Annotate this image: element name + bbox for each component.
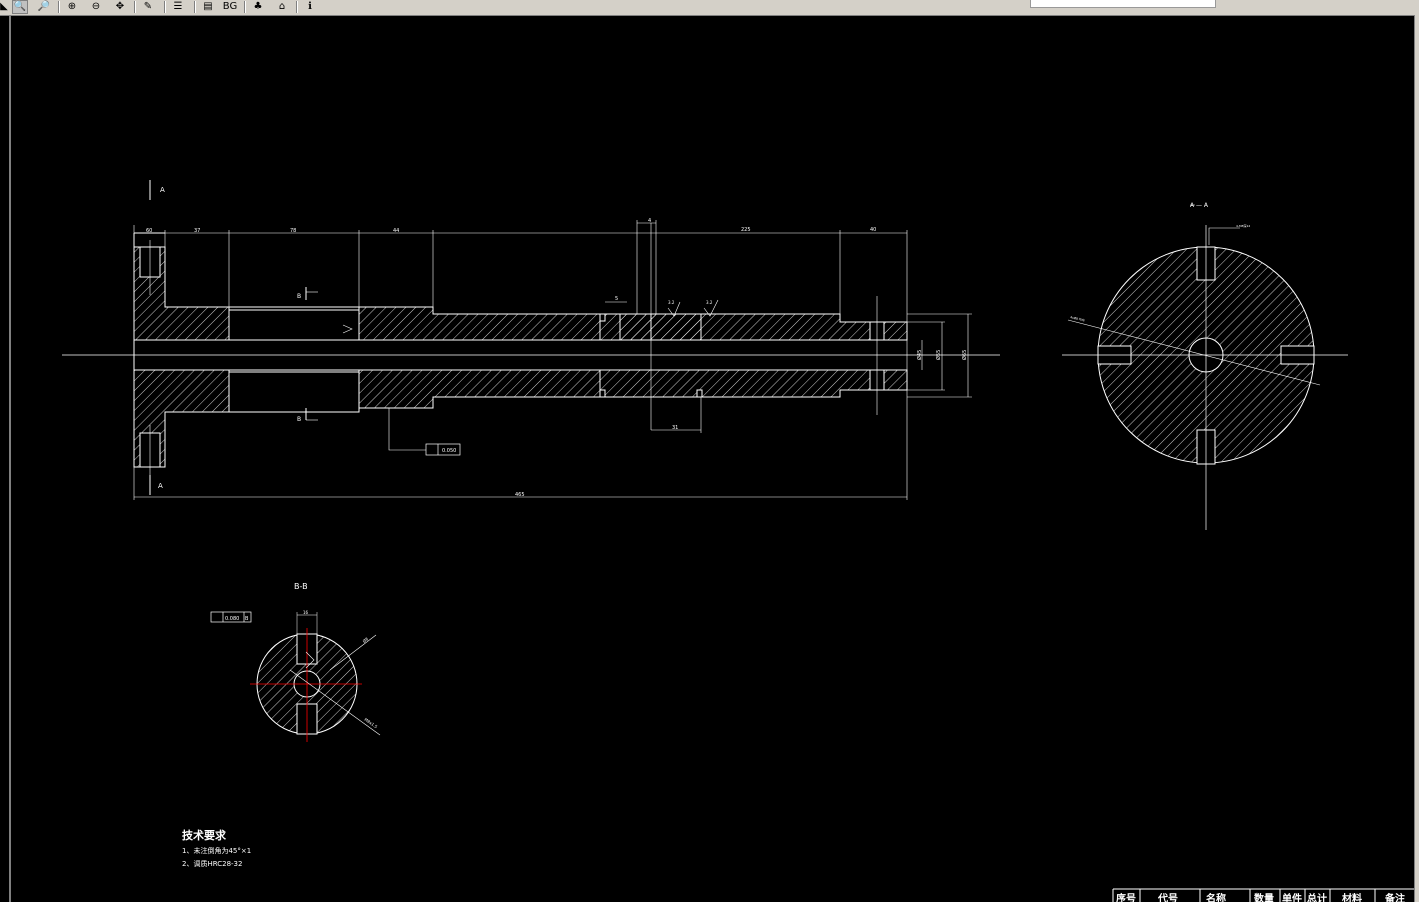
roughness-1: 3.2 (668, 300, 675, 305)
toolbar-separator (296, 1, 298, 13)
section-aa-view (1062, 204, 1348, 530)
dim-78: 78 (290, 228, 296, 234)
tech-requirement-2: 2、调质HRC28-32 (182, 859, 242, 868)
input-method-bar[interactable] (1030, 0, 1216, 8)
zoom-window-icon[interactable]: 🔍 (12, 0, 28, 14)
dim-5: 5 (615, 296, 618, 302)
pan-icon[interactable]: ✥ (112, 0, 128, 14)
dim-dia-65: Ø65 (961, 350, 968, 360)
dim-31: 31 (672, 425, 678, 431)
toolbar-separator (134, 1, 136, 13)
tb-remark: 备注 (1384, 892, 1405, 902)
section-b-top-label: B (297, 293, 301, 300)
tb-qty: 数量 (1254, 892, 1274, 902)
dim-dia-45: Ø45 (916, 350, 923, 360)
zoom-in-icon[interactable]: ⊕ (64, 0, 80, 14)
print-icon[interactable]: ▤ (200, 0, 216, 14)
tolerance-value: 0.050 (442, 448, 456, 454)
dim-4: 4 (648, 218, 651, 224)
section-bb-view (210, 611, 381, 742)
dim-44: 44 (393, 228, 399, 234)
tb-code: 代号 (1157, 892, 1178, 902)
dim-total-465: 465 (515, 492, 525, 498)
dim-dia-55: Ø55 (935, 350, 942, 360)
bb-dim-r: Ø8 (362, 636, 370, 644)
section-b-bottom-label: B (297, 416, 301, 423)
measure-icon[interactable]: ✎ (140, 0, 156, 14)
bookmark-icon[interactable]: ♣ (250, 0, 266, 14)
zoom-out-icon[interactable]: ⊖ (88, 0, 104, 14)
dim-40: 40 (870, 227, 876, 233)
tb-material: 材料 (1342, 892, 1362, 902)
view-aa-title: A — A (1190, 202, 1209, 209)
bb-dim-16: 16 (303, 610, 309, 615)
cad-drawing-canvas[interactable]: A A B B 60 37 78 44 4 225 40 5 3.2 3.2 4… (0, 16, 1414, 902)
section-a-top-label: A (160, 186, 165, 194)
toolbar-separator (164, 1, 166, 13)
view-bb-title: B-B (294, 582, 308, 591)
dim-225: 225 (741, 227, 751, 233)
tb-unit: 单件 (1282, 892, 1302, 902)
tb-seq: 序号 (1116, 892, 1136, 902)
aa-hole-note: 4-M8深12 (1236, 223, 1250, 228)
roughness-2: 3.2 (706, 300, 713, 305)
dim-60: 60 (146, 228, 152, 234)
home-icon[interactable]: ⌂ (274, 0, 290, 14)
toolbar-separator (244, 1, 246, 13)
zoom-realtime-icon[interactable]: 🔎 (36, 0, 52, 14)
tech-requirement-1: 1、未注倒角为45°×1 (182, 846, 251, 855)
toolbar-separator (194, 1, 196, 13)
background-icon[interactable]: BG (222, 0, 238, 14)
section-a-bottom-label: A (158, 482, 163, 490)
info-icon[interactable]: ℹ (302, 0, 318, 14)
technical-requirements: 技术要求 1、未注倒角为45°×1 2、调质HRC28-32 (182, 828, 251, 868)
tb-total: 总计 (1307, 892, 1327, 902)
bb-tolerance-value: 0.080 (225, 616, 239, 622)
layers-icon[interactable]: ☰ (170, 0, 186, 14)
tech-requirements-title: 技术要求 (182, 828, 227, 842)
toolbar-separator (58, 1, 60, 13)
tb-name: 名称 (1206, 892, 1226, 902)
bb-dim-depth: M8x1.5 (363, 717, 378, 730)
shaft-main-view (62, 180, 1000, 500)
zoom-back-icon[interactable]: ◣ (0, 0, 12, 14)
dim-37: 37 (194, 228, 200, 234)
title-block-labels: 序号 代号 名称 数量 单件 总计 材料 备注 (1116, 892, 1405, 902)
bb-datum: B (245, 616, 249, 622)
vertical-scrollbar[interactable] (1414, 15, 1419, 902)
